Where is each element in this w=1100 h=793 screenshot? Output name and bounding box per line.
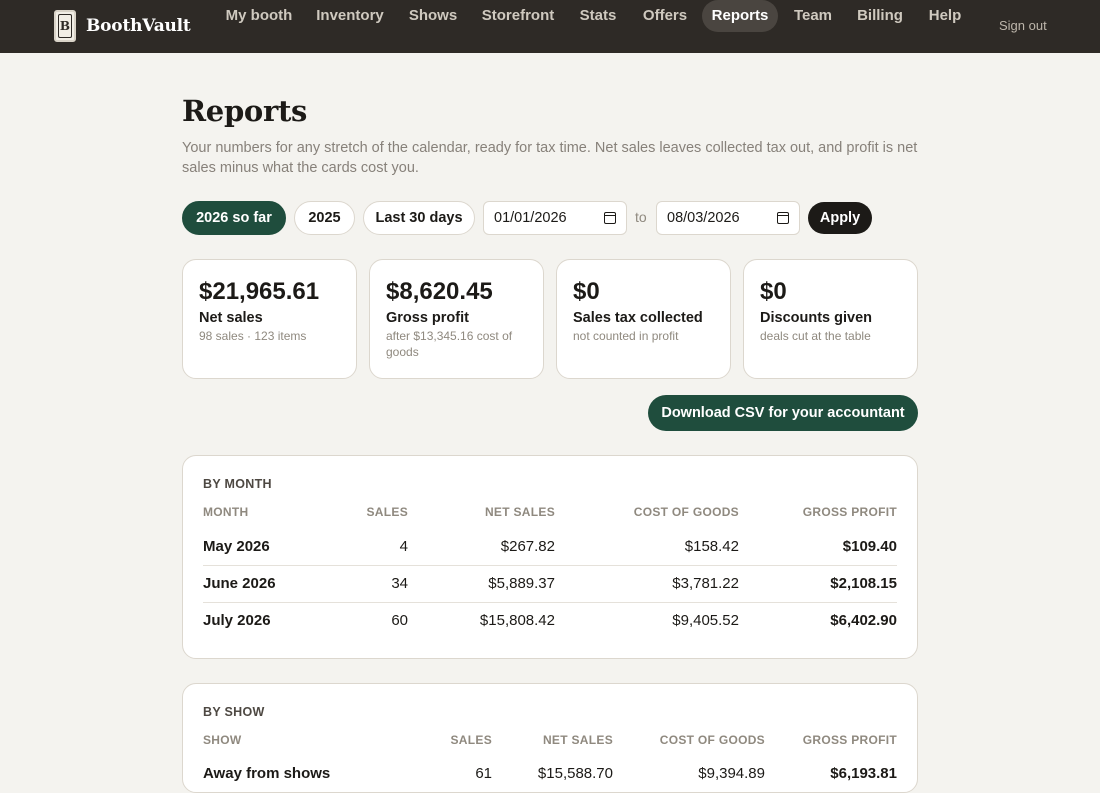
panel-title: BY SHOW (203, 705, 265, 719)
row-net-sales: $15,808.42 (479, 612, 555, 629)
row-month: June 2026 (203, 575, 276, 592)
row-sales: 34 (391, 575, 408, 592)
sign-out-link[interactable]: Sign out (999, 18, 1047, 33)
nav-item-help[interactable]: Help (918, 0, 972, 32)
column-header-cost-of-goods: COST OF GOODS (633, 505, 739, 519)
stat-value: $0 (760, 278, 787, 305)
end-date-field[interactable]: 08/03/2026 (656, 201, 800, 235)
column-header-net-sales: NET SALES (542, 733, 613, 747)
nav-item-billing[interactable]: Billing (848, 0, 912, 32)
by-show-panel: BY SHOW SHOW SALES NET SALES COST OF GOO… (182, 683, 918, 793)
booth-vault-logo-icon: B (54, 10, 76, 42)
nav-item-stats[interactable]: Stats (568, 0, 628, 32)
by-month-panel: BY MONTH MONTH SALES NET SALES COST OF G… (182, 455, 918, 659)
nav-item-storefront[interactable]: Storefront (472, 0, 564, 32)
apply-button[interactable]: Apply (808, 202, 872, 234)
range-preset-2026-so-far[interactable]: 2026 so far (182, 201, 286, 235)
column-header-month: MONTH (203, 505, 249, 519)
row-cost-of-goods: $3,781.22 (672, 575, 739, 592)
stat-subtext: after $13,345.16 cost of goods (386, 329, 513, 359)
row-month: July 2026 (203, 612, 271, 629)
column-header-gross-profit: GROSS PROFIT (802, 505, 897, 519)
row-month: May 2026 (203, 538, 270, 555)
page-title: Reports (182, 94, 308, 128)
row-gross-profit: $109.40 (842, 538, 897, 555)
stat-card-sales-tax: $0 Sales tax collected not counted in pr… (556, 259, 731, 379)
start-date-field[interactable]: 01/01/2026 (483, 201, 627, 235)
column-header-show: SHOW (203, 733, 242, 747)
logo-letter: B (58, 14, 72, 38)
row-net-sales: $15,588.70 (537, 765, 613, 782)
row-sales: 4 (399, 538, 408, 555)
stat-subtext: 98 sales · 123 items (199, 329, 307, 343)
column-header-sales: SALES (366, 505, 408, 519)
brand-name: BoothVault (86, 16, 191, 36)
row-gross-profit: $2,108.15 (830, 575, 897, 592)
stat-subtext: not counted in profit (573, 329, 679, 343)
column-header-net-sales: NET SALES (484, 505, 555, 519)
range-preset-last-30-days[interactable]: Last 30 days (363, 201, 475, 235)
top-navigation-bar: B BoothVault My booth Inventory Shows St… (0, 0, 1100, 53)
row-divider (203, 565, 897, 566)
brand[interactable]: B BoothVault (54, 10, 191, 42)
date-range-separator: to (635, 209, 647, 225)
row-show: Away from shows (203, 765, 331, 782)
panel-title: BY MONTH (203, 477, 272, 491)
nav-item-team[interactable]: Team (783, 0, 843, 32)
stat-card-gross-profit: $8,620.45 Gross profit after $13,345.16 … (369, 259, 544, 379)
stat-label: Net sales (199, 310, 263, 326)
stat-card-net-sales: $21,965.61 Net sales 98 sales · 123 item… (182, 259, 357, 379)
nav-item-my-booth[interactable]: My booth (214, 0, 304, 32)
nav-item-shows[interactable]: Shows (398, 0, 468, 32)
row-sales: 60 (391, 612, 408, 629)
row-sales: 61 (475, 765, 492, 782)
stat-value: $21,965.61 (199, 278, 320, 305)
row-cost-of-goods: $9,405.52 (672, 612, 739, 629)
nav-item-reports[interactable]: Reports (702, 0, 778, 32)
stat-value: $0 (573, 278, 600, 305)
row-gross-profit: $6,193.81 (830, 765, 897, 782)
row-net-sales: $5,889.37 (488, 575, 555, 592)
nav-item-inventory[interactable]: Inventory (306, 0, 394, 32)
column-header-gross-profit: GROSS PROFIT (802, 733, 897, 747)
end-date-value: 08/03/2026 (667, 210, 740, 226)
calendar-icon[interactable] (777, 212, 789, 224)
column-header-cost-of-goods: COST OF GOODS (659, 733, 765, 747)
stat-card-discounts: $0 Discounts given deals cut at the tabl… (743, 259, 918, 379)
nav-item-offers[interactable]: Offers (632, 0, 698, 32)
row-cost-of-goods: $158.42 (684, 538, 739, 555)
column-header-sales: SALES (450, 733, 492, 747)
row-net-sales: $267.82 (500, 538, 555, 555)
row-divider (203, 602, 897, 603)
stat-value: $8,620.45 (386, 278, 493, 305)
download-csv-button[interactable]: Download CSV for your accountant (648, 395, 918, 431)
start-date-value: 01/01/2026 (494, 210, 567, 226)
row-gross-profit: $6,402.90 (830, 612, 897, 629)
row-cost-of-goods: $9,394.89 (698, 765, 765, 782)
range-preset-2025[interactable]: 2025 (294, 201, 355, 235)
page-description: Your numbers for any stretch of the cale… (182, 140, 918, 176)
stat-label: Gross profit (386, 310, 469, 326)
stat-subtext: deals cut at the table (760, 329, 871, 343)
stat-label: Discounts given (760, 310, 872, 326)
stat-label: Sales tax collected (573, 310, 703, 326)
calendar-icon[interactable] (604, 212, 616, 224)
